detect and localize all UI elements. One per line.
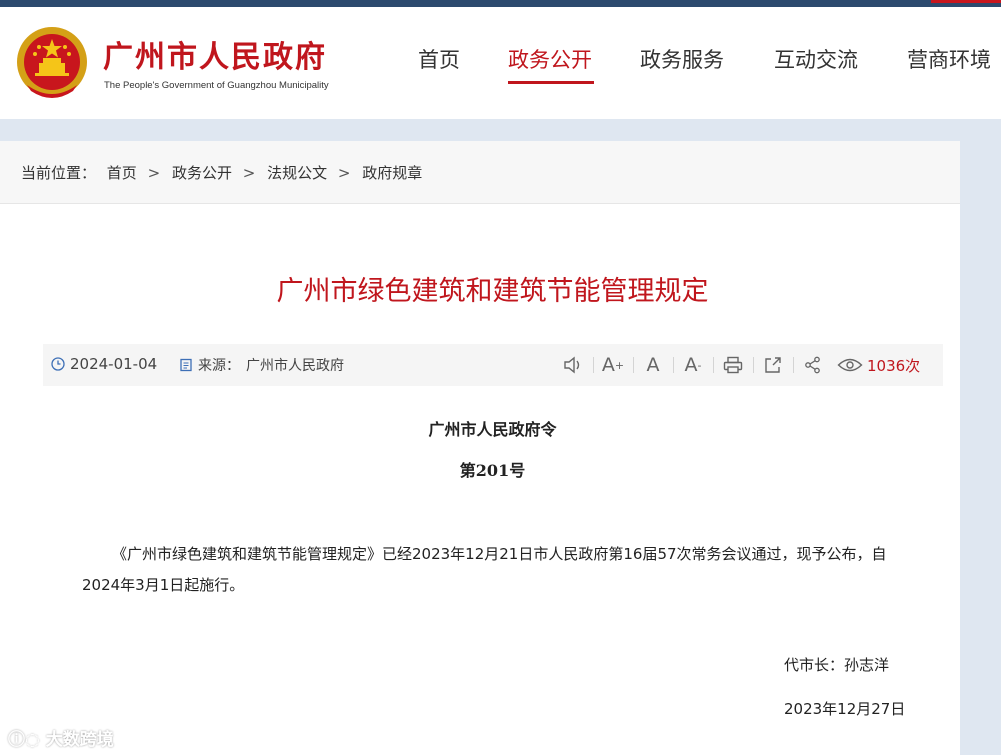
breadcrumb-bar: 当前位置： 首页 > 政务公开 > 法规公文 > 政府规章 xyxy=(0,141,960,204)
nav-item-home[interactable]: 首页 xyxy=(418,44,460,74)
signature-date: 2023年12月27日 xyxy=(784,700,906,718)
font-reset-icon[interactable]: A xyxy=(633,350,673,380)
site-subtitle: The People's Government of Guangzhou Mun… xyxy=(104,80,329,91)
article-source-label: 来源： xyxy=(198,358,240,374)
article-toolbar: A + A A- 1036次 xyxy=(553,350,920,380)
clock-icon xyxy=(51,357,65,371)
nav-item-business-environment[interactable]: 营商环境 xyxy=(907,44,991,74)
article-source: 来源： 广州市人民政府 xyxy=(179,355,344,375)
site-header: 广州市人民政府 The People's Government of Guang… xyxy=(0,7,1001,119)
breadcrumb: 当前位置： 首页 > 政务公开 > 法规公文 > 政府规章 xyxy=(21,162,428,183)
decree-title: 广州市人民政府令 xyxy=(428,420,557,439)
view-count: 1036次 xyxy=(837,355,920,376)
article-date-text: 2024-01-04 xyxy=(70,355,158,373)
nav-item-interaction[interactable]: 互动交流 xyxy=(774,44,858,74)
breadcrumb-separator: > xyxy=(242,164,256,182)
breadcrumb-separator: > xyxy=(147,164,161,182)
background-band xyxy=(0,119,1001,141)
nav-item-government-affairs[interactable]: 政务公开 xyxy=(508,44,592,74)
breadcrumb-prefix: 当前位置： xyxy=(21,164,97,182)
font-decrease-icon[interactable]: A- xyxy=(673,350,713,380)
document-icon xyxy=(180,358,192,372)
watermark: ⓘ◌ 大数跨境 xyxy=(8,725,114,750)
breadcrumb-item-government-affairs[interactable]: 政务公开 xyxy=(172,164,232,182)
nav-active-indicator xyxy=(508,81,594,84)
article-source-text: 广州市人民政府 xyxy=(246,358,344,374)
article-meta-bar: 2024-01-04 来源： 广州市人民政府 A + A A- 1036次 xyxy=(43,344,943,386)
speaker-icon[interactable] xyxy=(553,350,593,380)
article-date: 2024-01-04 xyxy=(51,355,157,373)
article-title: 广州市绿色建筑和建筑节能管理规定 xyxy=(276,276,709,307)
watermark-text: 大数跨境 xyxy=(45,730,114,750)
mayor-signature: 代市长：孙志洋 xyxy=(784,656,890,674)
view-count-text: 1036次 xyxy=(867,356,921,375)
site-title[interactable]: 广州市人民政府 xyxy=(103,32,327,76)
share-icon[interactable] xyxy=(793,350,833,380)
article-body: 《广州市绿色建筑和建筑节能管理规定》已经2023年12月21日市人民政府第16届… xyxy=(82,545,887,594)
breadcrumb-item-home[interactable]: 首页 xyxy=(107,164,137,182)
watermark-logo-icon: ⓘ◌ xyxy=(8,730,40,750)
top-bar-accent xyxy=(931,0,1001,3)
national-emblem-icon xyxy=(17,27,87,98)
breadcrumb-separator: > xyxy=(337,164,351,182)
breadcrumb-item-government-rules[interactable]: 政府规章 xyxy=(362,164,422,182)
eye-icon xyxy=(837,358,863,372)
decree-number: 第201号 xyxy=(459,461,526,480)
top-bar xyxy=(0,0,1001,7)
font-increase-icon[interactable]: A + xyxy=(593,350,633,380)
breadcrumb-item-regulations[interactable]: 法规公文 xyxy=(267,164,327,182)
share-out-icon[interactable] xyxy=(753,350,793,380)
nav-item-services[interactable]: 政务服务 xyxy=(640,44,724,74)
print-icon[interactable] xyxy=(713,350,753,380)
content-panel: 当前位置： 首页 > 政务公开 > 法规公文 > 政府规章 广州市绿色建筑和建筑… xyxy=(0,141,960,755)
